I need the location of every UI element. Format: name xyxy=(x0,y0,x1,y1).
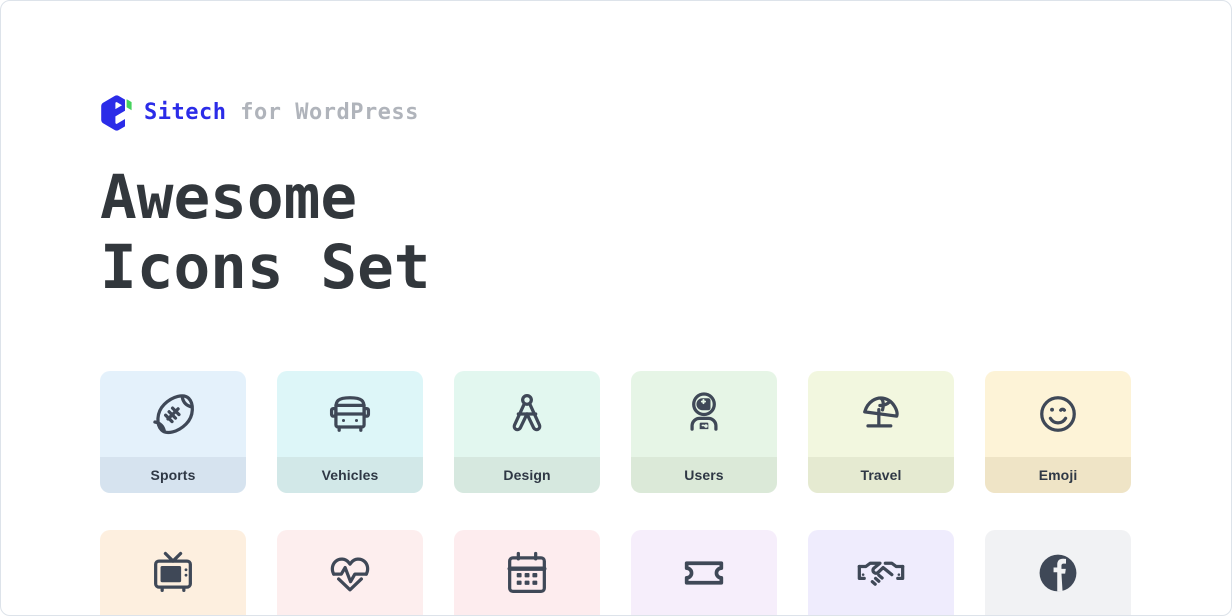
icon-category-grid: Sports Vehicles Design Users Travel Emoj… xyxy=(100,371,1134,615)
category-card-label: Sports xyxy=(100,457,246,493)
category-card-label: Vehicles xyxy=(277,457,423,493)
category-card-label: Emoji xyxy=(985,457,1131,493)
television-icon xyxy=(100,530,246,615)
category-card-television[interactable] xyxy=(100,530,246,615)
bus-icon xyxy=(277,371,423,457)
brand-suffix: for WordPress xyxy=(240,100,419,125)
brand-name: Sitech xyxy=(144,100,227,125)
category-card-emoji[interactable]: Emoji xyxy=(985,371,1131,493)
wink-smiley-icon xyxy=(985,371,1131,457)
page-title: Awesome Icons Set xyxy=(100,162,431,304)
brand-lockup[interactable]: Sitech for WordPress xyxy=(100,95,419,131)
category-card-facebook[interactable] xyxy=(985,530,1131,615)
category-card-ticket[interactable] xyxy=(631,530,777,615)
category-card-calendar[interactable] xyxy=(454,530,600,615)
category-card-design[interactable]: Design xyxy=(454,371,600,493)
compass-icon xyxy=(454,371,600,457)
category-card-health[interactable] xyxy=(277,530,423,615)
football-icon xyxy=(100,371,246,457)
page-canvas: Sitech for WordPress Awesome Icons Set S… xyxy=(0,0,1232,616)
category-card-sports[interactable]: Sports xyxy=(100,371,246,493)
category-card-label: Users xyxy=(631,457,777,493)
heart-pulse-icon xyxy=(277,530,423,615)
category-card-users[interactable]: Users xyxy=(631,371,777,493)
handshake-icon xyxy=(808,530,954,615)
astronaut-icon xyxy=(631,371,777,457)
category-card-label: Design xyxy=(454,457,600,493)
facebook-icon xyxy=(985,530,1131,615)
sitech-hex-s-logo-icon xyxy=(100,95,133,131)
beach-umbrella-icon xyxy=(808,371,954,457)
calendar-icon xyxy=(454,530,600,615)
category-card-partners[interactable] xyxy=(808,530,954,615)
category-card-vehicles[interactable]: Vehicles xyxy=(277,371,423,493)
ticket-icon xyxy=(631,530,777,615)
brand-text: Sitech for WordPress xyxy=(144,102,419,124)
category-card-label: Travel xyxy=(808,457,954,493)
category-card-travel[interactable]: Travel xyxy=(808,371,954,493)
